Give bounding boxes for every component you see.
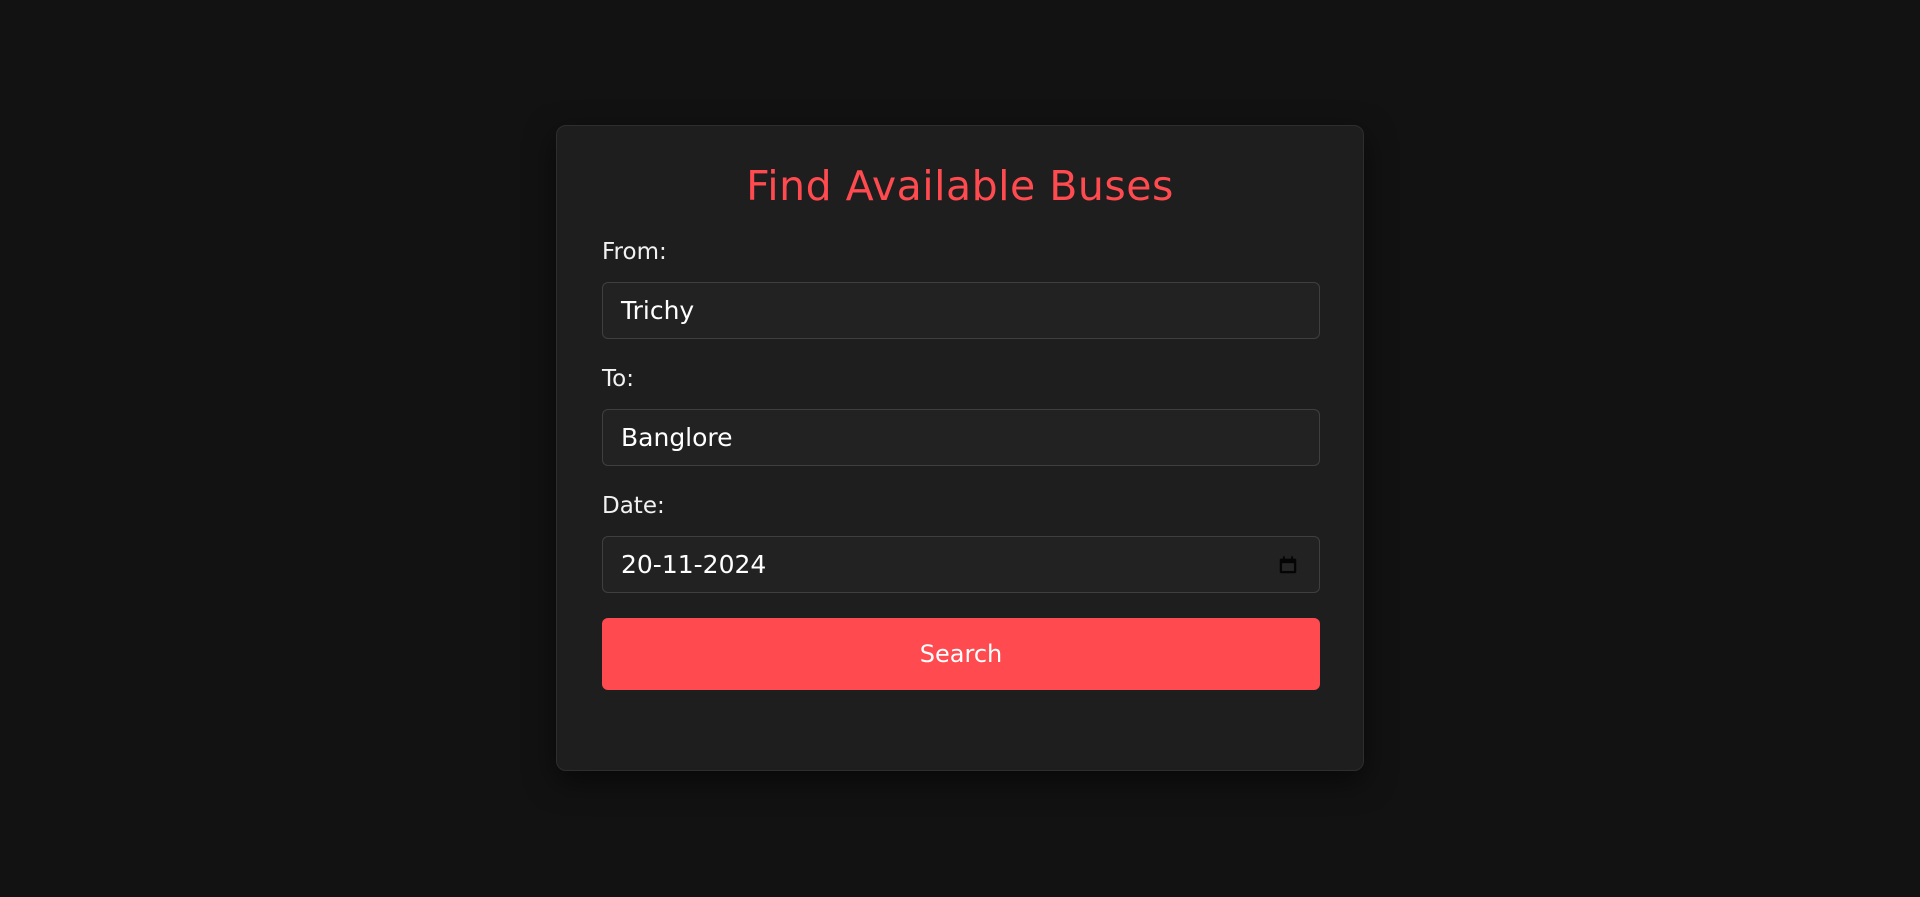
from-input[interactable]: Trichy bbox=[602, 282, 1320, 339]
from-label: From: bbox=[602, 239, 667, 265]
to-input-value: Banglore bbox=[621, 423, 733, 452]
search-button[interactable]: Search bbox=[602, 618, 1320, 690]
to-label: To: bbox=[602, 366, 634, 392]
date-label: Date: bbox=[602, 493, 665, 519]
from-input-value: Trichy bbox=[621, 296, 695, 325]
search-form-card: Find Available Buses From: Trichy To: Ba… bbox=[556, 125, 1364, 771]
to-input[interactable]: Banglore bbox=[602, 409, 1320, 466]
calendar-icon[interactable] bbox=[1277, 554, 1299, 576]
date-input[interactable]: 20-11-2024 bbox=[602, 536, 1320, 593]
date-input-value: 20-11-2024 bbox=[621, 550, 767, 579]
form-title: Find Available Buses bbox=[746, 162, 1174, 210]
